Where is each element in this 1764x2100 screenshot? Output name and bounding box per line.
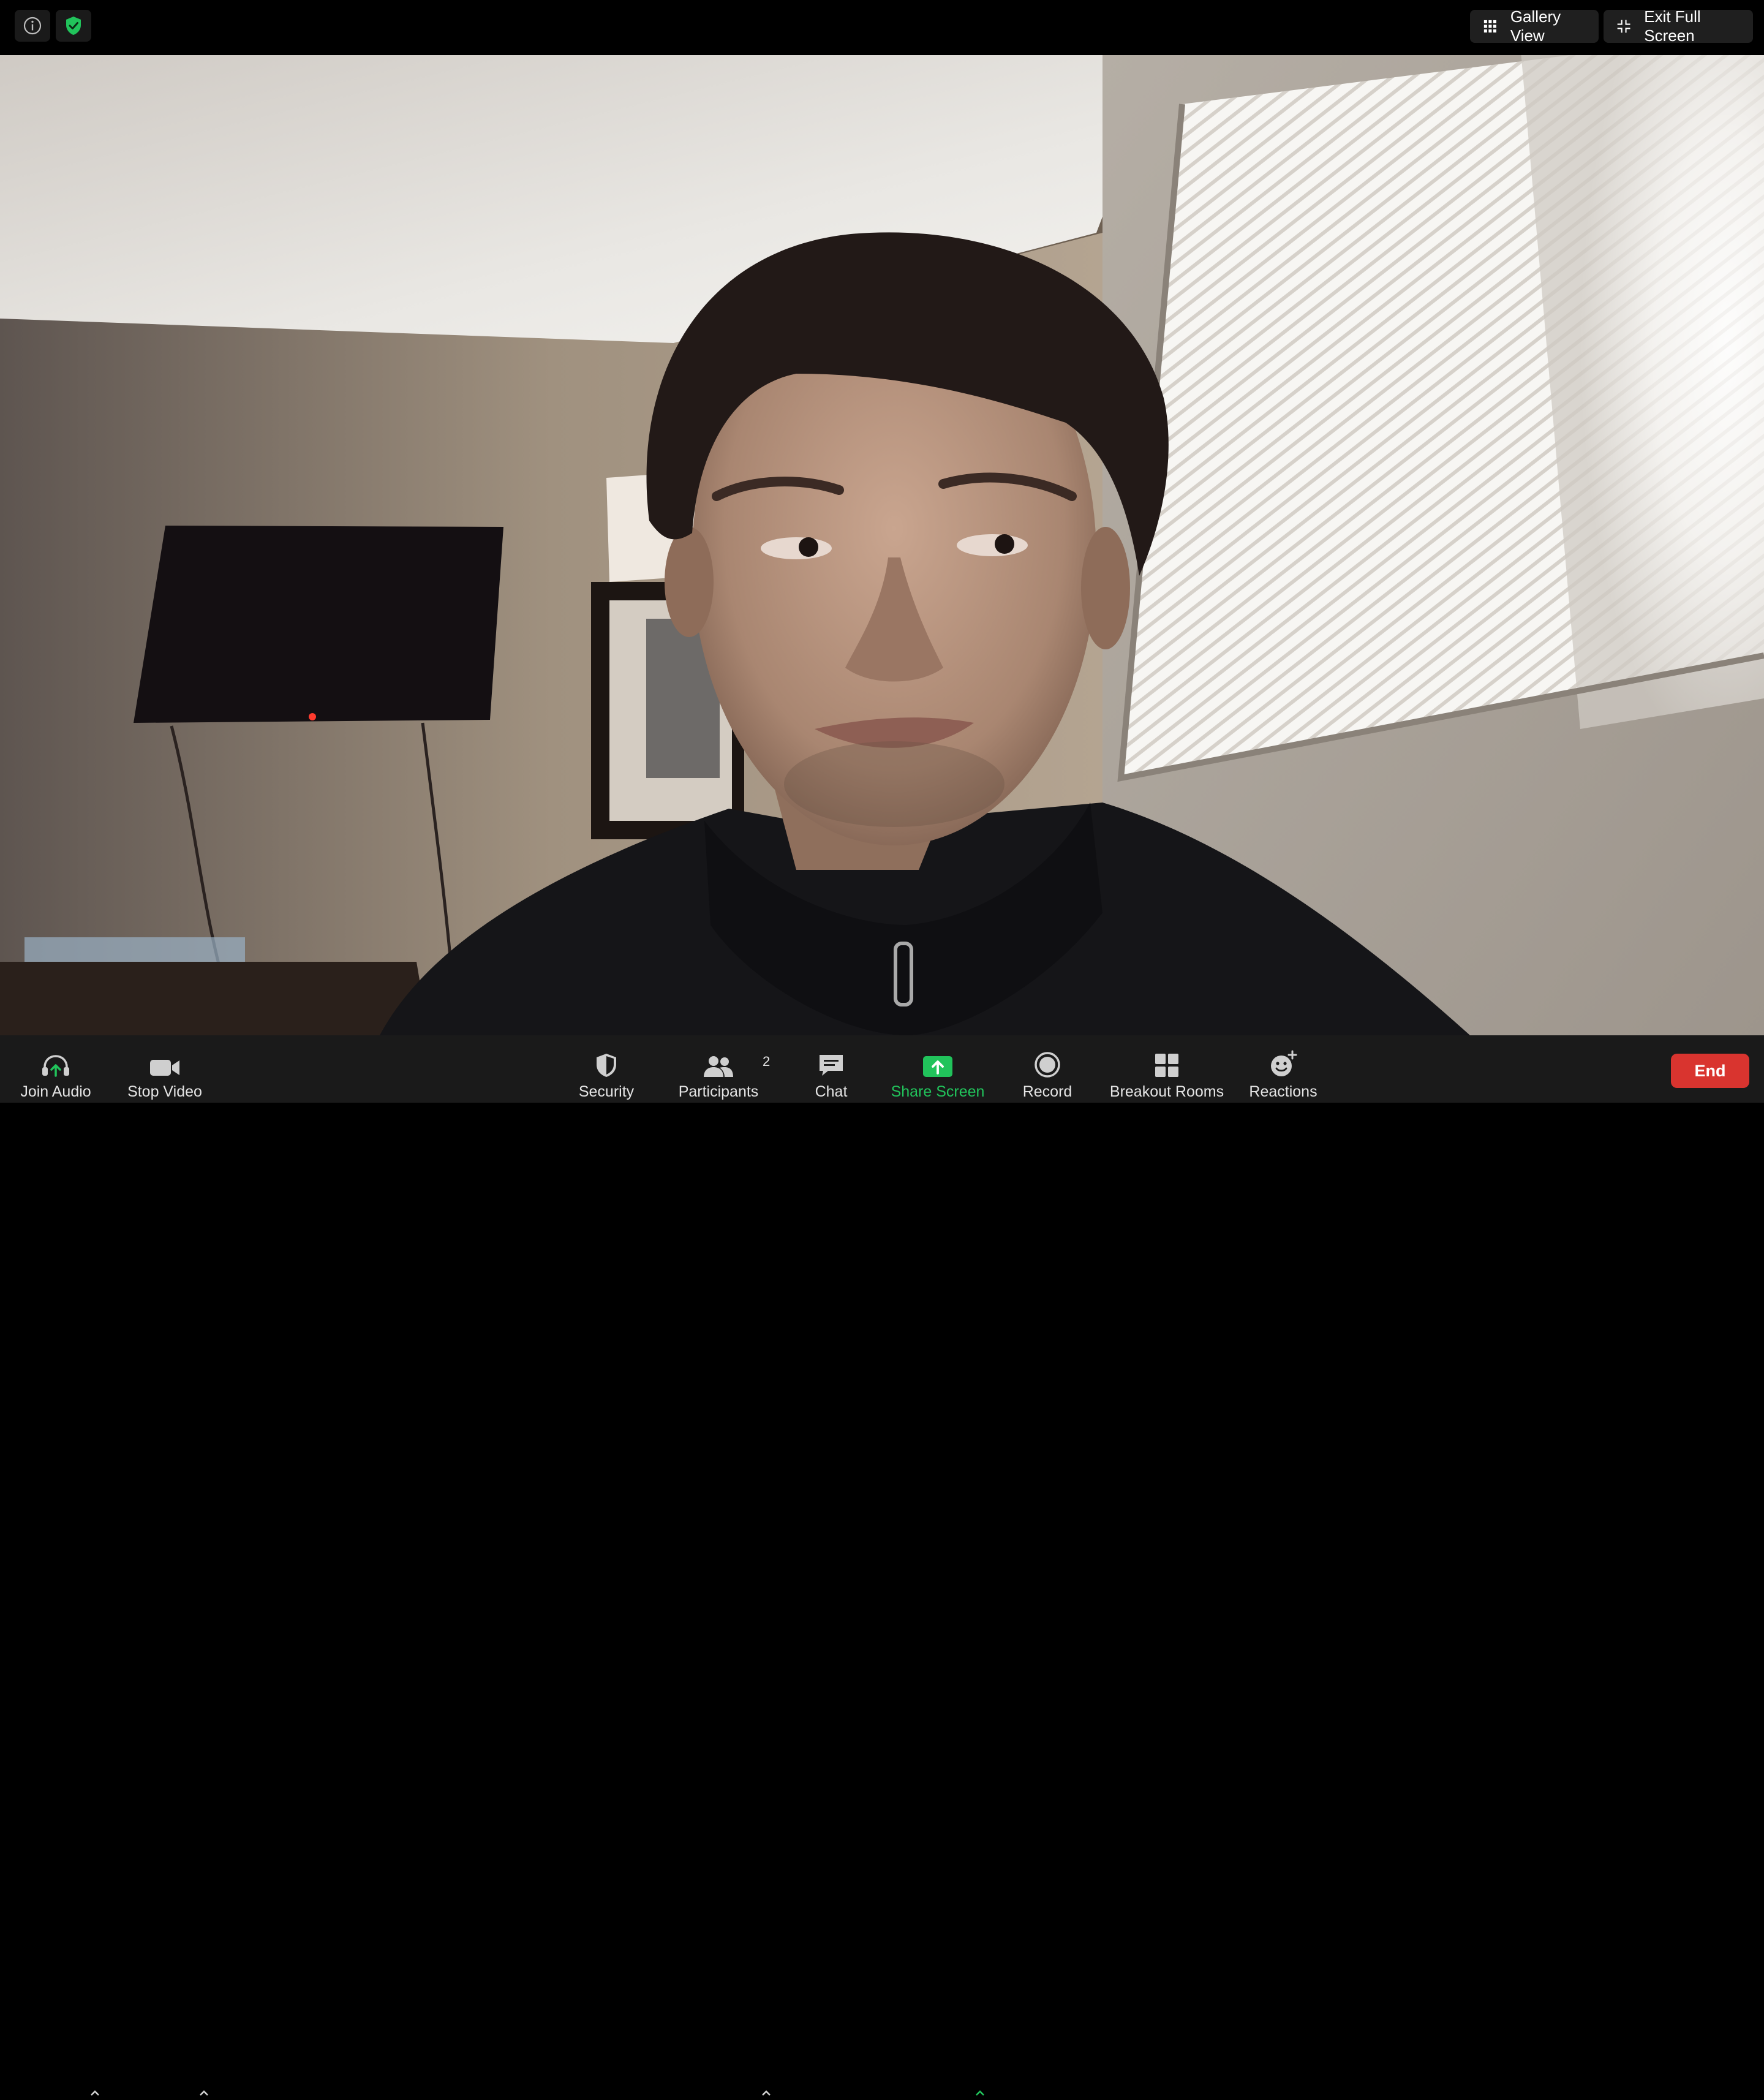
participants-icon [704,1056,733,1077]
reactions-label: Reactions [1249,1083,1317,1100]
breakout-rooms-button[interactable]: Breakout Rooms [1106,1035,1228,1103]
exit-full-screen-button[interactable]: Exit Full Screen [1604,7,1753,45]
gallery-view-button[interactable]: Gallery View [1470,7,1599,45]
encryption-button[interactable] [56,10,91,42]
chevron-up-icon [200,2090,208,2096]
participants-count: 2 [763,1054,771,1069]
join-audio-button[interactable]: Join Audio [15,1035,97,1103]
stop-video-label: Stop Video [127,1083,202,1100]
chevron-up-icon [762,2090,771,2096]
share-screen-button[interactable]: Share Screen [888,1035,987,1103]
meeting-toolbar: Join Audio Stop Video Security 2 Partici… [0,1035,1764,2096]
exit-fullscreen-icon [1617,20,1630,33]
reactions-smiley-icon [1271,1050,1297,1076]
exit-full-screen-label: Exit Full Screen [1644,7,1701,45]
video-scene [0,55,1764,1035]
record-label: Record [1022,1083,1072,1100]
share-screen-label: Share Screen [891,1083,985,1100]
record-button[interactable]: Record [1017,1035,1078,1103]
security-shield-icon [597,1054,616,1077]
participants-label: Participants [678,1083,759,1100]
gallery-view-label: Gallery View [1510,7,1561,45]
chevron-up-icon [976,2090,984,2096]
join-audio-label: Join Audio [20,1083,91,1100]
reactions-button[interactable]: Reactions [1246,1035,1320,1103]
share-screen-icon [923,1056,952,1077]
participants-button[interactable]: 2 Participants [674,1035,771,1103]
shield-check-icon [66,17,81,35]
share-screen-options-caret[interactable] [973,2087,987,2100]
chat-label: Chat [815,1083,848,1100]
breakout-rooms-icon [1155,1054,1178,1077]
grid-icon [1483,20,1496,33]
chevron-up-icon [91,2090,99,2096]
participants-options-caret[interactable] [760,2087,773,2100]
chat-button[interactable]: Chat [802,1035,860,1103]
headphones-icon [42,1055,69,1077]
security-label: Security [578,1083,635,1100]
top-bar: Gallery View Exit Full Screen [0,0,1764,55]
stop-video-button[interactable]: Stop Video [123,1035,207,1103]
chat-bubble-icon [820,1055,843,1076]
end-meeting-button[interactable]: End [1671,1054,1749,1088]
meeting-info-button[interactable] [15,10,50,42]
security-button[interactable]: Security [570,1035,643,1103]
breakout-rooms-label: Breakout Rooms [1109,1083,1224,1100]
video-options-caret[interactable] [197,2087,211,2100]
record-icon [1035,1052,1060,1078]
participant-video[interactable] [0,55,1764,1035]
audio-options-caret[interactable] [88,2087,102,2100]
info-icon [23,17,42,35]
video-camera-icon [150,1060,179,1076]
